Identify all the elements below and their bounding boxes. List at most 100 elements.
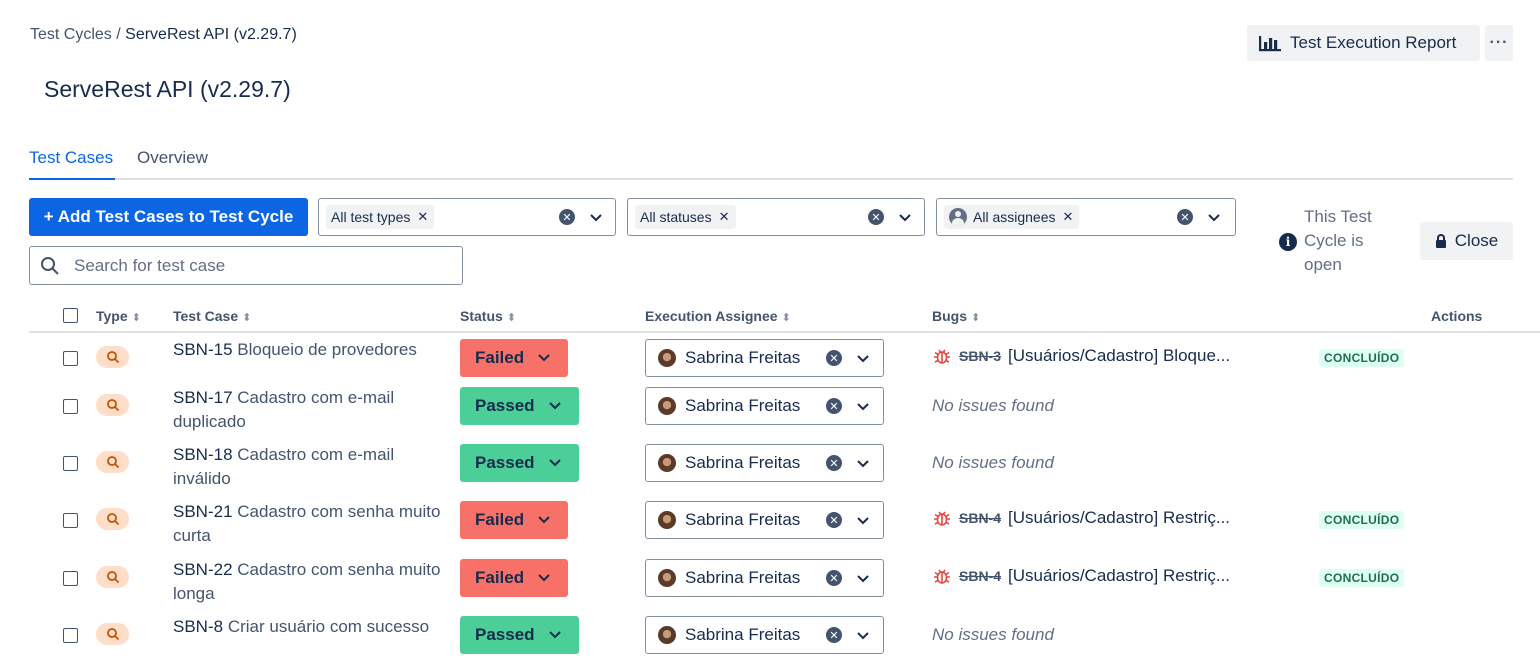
test-case-key-link[interactable]: SBN-21	[173, 502, 233, 521]
clear-assignee-icon[interactable]: ✕	[826, 350, 842, 366]
test-case-name: Bloqueio de provedores	[237, 340, 417, 359]
search-field[interactable]	[29, 246, 463, 285]
tab-overview[interactable]: Overview	[137, 148, 208, 178]
search-input[interactable]	[74, 255, 444, 276]
clear-assignee-icon[interactable]: ✕	[826, 398, 842, 414]
test-type-badge[interactable]	[96, 623, 129, 645]
clear-filter-icon[interactable]: ✕	[1177, 209, 1193, 225]
chevron-down-icon	[538, 574, 550, 582]
column-header-test-case[interactable]: Test Case ⬍	[173, 308, 251, 324]
info-icon: i	[1279, 233, 1297, 251]
chevron-down-icon[interactable]	[589, 208, 603, 226]
status-filter[interactable]: All statuses ✕ ✕	[627, 198, 925, 236]
status-label: Passed	[475, 625, 535, 644]
remove-chip-icon[interactable]: ✕	[1063, 209, 1074, 225]
test-case-key-link[interactable]: SBN-18	[173, 445, 233, 464]
magnifier-icon	[106, 513, 119, 526]
avatar	[658, 511, 676, 529]
filter-chip-assignees: All assignees ✕	[944, 205, 1080, 229]
status-label: Failed	[475, 348, 525, 367]
chevron-down-icon[interactable]	[856, 511, 870, 529]
chevron-down-icon[interactable]	[856, 569, 870, 587]
no-issues-text: No issues found	[932, 625, 1054, 644]
tab-test-cases[interactable]: Test Cases	[29, 148, 116, 180]
add-test-cases-button[interactable]: + Add Test Cases to Test Cycle	[29, 198, 308, 236]
close-cycle-button[interactable]: Close	[1420, 222, 1513, 260]
clear-filter-icon[interactable]: ✕	[559, 209, 575, 225]
row-checkbox[interactable]	[63, 456, 78, 471]
status-dropdown[interactable]: Failed	[460, 501, 568, 539]
test-type-badge[interactable]	[96, 451, 129, 473]
sort-icon: ⬍	[971, 312, 981, 324]
clear-assignee-icon[interactable]: ✕	[826, 627, 842, 643]
chevron-down-icon[interactable]	[856, 397, 870, 415]
bug-summary-link[interactable]: [Usuários/Cadastro] Restriç...	[1008, 566, 1245, 586]
assignee-select[interactable]: Sabrina Freitas ✕	[645, 559, 884, 597]
remove-chip-icon[interactable]: ✕	[417, 209, 428, 225]
clear-assignee-icon[interactable]: ✕	[826, 512, 842, 528]
test-type-badge[interactable]	[96, 508, 129, 530]
assignee-select[interactable]: Sabrina Freitas ✕	[645, 387, 884, 425]
bug-key-link[interactable]: SBN-4	[959, 568, 1001, 584]
bug-status-lozenge: CONCLUÍDO	[1319, 511, 1405, 529]
bug-summary-link[interactable]: [Usuários/Cadastro] Restriç...	[1008, 508, 1245, 528]
test-type-badge[interactable]	[96, 346, 129, 368]
filter-chip-label: All assignees	[973, 209, 1056, 225]
assignee-select[interactable]: Sabrina Freitas ✕	[645, 339, 884, 377]
test-type-filter[interactable]: All test types ✕ ✕	[318, 198, 616, 236]
test-execution-report-button[interactable]: Test Execution Report	[1247, 25, 1480, 61]
test-case-key-link[interactable]: SBN-8	[173, 617, 223, 636]
row-checkbox[interactable]	[63, 513, 78, 528]
more-actions-button[interactable]: ···	[1485, 25, 1513, 61]
clear-assignee-icon[interactable]: ✕	[826, 570, 842, 586]
column-header-status[interactable]: Status ⬍	[460, 308, 516, 324]
status-dropdown[interactable]: Passed	[460, 387, 579, 425]
assignee-select[interactable]: Sabrina Freitas ✕	[645, 616, 884, 654]
chevron-down-icon[interactable]	[856, 454, 870, 472]
magnifier-icon	[106, 628, 119, 641]
row-checkbox[interactable]	[63, 628, 78, 643]
test-case-key-link[interactable]: SBN-15	[173, 340, 233, 359]
select-all-checkbox[interactable]	[63, 308, 78, 323]
status-dropdown[interactable]: Passed	[460, 616, 579, 654]
chevron-down-icon[interactable]	[1207, 208, 1221, 226]
chevron-down-icon	[538, 354, 550, 362]
column-header-assignee[interactable]: Execution Assignee ⬍	[645, 308, 791, 324]
breadcrumb-current: ServeRest API (v2.29.7)	[125, 26, 297, 43]
test-type-badge[interactable]	[96, 394, 129, 416]
column-header-type[interactable]: Type ⬍	[96, 308, 141, 324]
sort-icon: ⬍	[242, 312, 252, 324]
bug-icon	[934, 569, 950, 584]
remove-chip-icon[interactable]: ✕	[719, 209, 730, 225]
test-case-key-link[interactable]: SBN-17	[173, 388, 233, 407]
status-dropdown[interactable]: Passed	[460, 444, 579, 482]
bug-key-link[interactable]: SBN-3	[959, 348, 1001, 364]
avatar	[658, 569, 676, 587]
filter-chip-label: All statuses	[640, 209, 712, 225]
row-checkbox[interactable]	[63, 571, 78, 586]
table-row: SBN-22 Cadastro com senha muito longa Fa…	[0, 559, 1540, 607]
cycle-status-info: i This Test Cycle is open	[1279, 205, 1399, 277]
chevron-down-icon[interactable]	[856, 349, 870, 367]
breadcrumb-link-test-cycles[interactable]: Test Cycles	[30, 26, 112, 43]
chevron-down-icon	[549, 402, 561, 410]
column-header-actions: Actions	[1431, 308, 1483, 324]
assignee-filter[interactable]: All assignees ✕ ✕	[936, 198, 1236, 236]
clear-assignee-icon[interactable]: ✕	[826, 455, 842, 471]
assignee-select[interactable]: Sabrina Freitas ✕	[645, 444, 884, 482]
assignee-name: Sabrina Freitas	[685, 396, 801, 415]
chevron-down-icon[interactable]	[898, 208, 912, 226]
assignee-select[interactable]: Sabrina Freitas ✕	[645, 501, 884, 539]
clear-filter-icon[interactable]: ✕	[868, 209, 884, 225]
bug-summary-link[interactable]: [Usuários/Cadastro] Bloque...	[1008, 346, 1245, 366]
row-checkbox[interactable]	[63, 399, 78, 414]
test-case-key-link[interactable]: SBN-22	[173, 560, 233, 579]
column-header-bugs[interactable]: Bugs ⬍	[932, 308, 980, 324]
row-checkbox[interactable]	[63, 351, 78, 366]
bug-key-link[interactable]: SBN-4	[959, 510, 1001, 526]
close-button-label: Close	[1454, 231, 1499, 250]
status-dropdown[interactable]: Failed	[460, 339, 568, 377]
chevron-down-icon[interactable]	[856, 626, 870, 644]
test-type-badge[interactable]	[96, 566, 129, 588]
status-dropdown[interactable]: Failed	[460, 559, 568, 597]
